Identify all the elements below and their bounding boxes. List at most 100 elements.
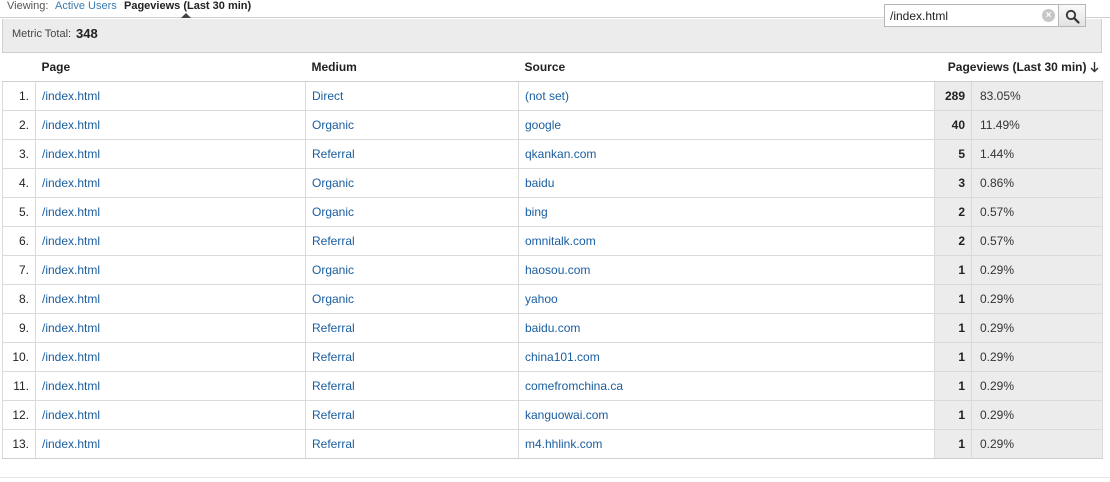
table-row: 5. /index.html Organic bing 2 0.57% <box>2 197 1104 227</box>
medium-link[interactable]: Referral <box>312 147 355 161</box>
table-row: 9. /index.html Referral baidu.com 1 0.29% <box>2 313 1104 343</box>
page-link[interactable]: /index.html <box>42 205 100 219</box>
metric-total-label: Metric Total: <box>12 28 72 40</box>
page-link[interactable]: /index.html <box>42 408 100 422</box>
row-index: 2. <box>2 110 36 140</box>
table-row: 13. /index.html Referral m4.hhlink.com 1 0.29… <box>2 429 1104 459</box>
page-link[interactable]: /index.html <box>42 176 100 190</box>
medium-link[interactable]: Referral <box>312 321 355 335</box>
source-link[interactable]: comefromchina.ca <box>525 379 623 393</box>
medium-link[interactable]: Referral <box>312 408 355 422</box>
column-header-page[interactable]: Page <box>35 53 306 82</box>
search-button[interactable] <box>1058 4 1086 27</box>
column-header-medium[interactable]: Medium <box>305 53 519 82</box>
pageviews-value: 1 <box>934 284 972 314</box>
page-link[interactable]: /index.html <box>42 263 100 277</box>
pageviews-percent: 0.29% <box>971 400 1104 430</box>
source-link[interactable]: baidu.com <box>525 321 580 335</box>
pageviews-value: 1 <box>934 371 972 401</box>
medium-link[interactable]: Organic <box>312 176 354 190</box>
pageviews-percent: 0.29% <box>971 342 1104 372</box>
row-index: 13. <box>2 429 36 459</box>
source-link[interactable]: yahoo <box>525 292 558 306</box>
source-link[interactable]: m4.hhlink.com <box>525 437 602 451</box>
source-link[interactable]: haosou.com <box>525 263 590 277</box>
source-link[interactable]: china101.com <box>525 350 600 364</box>
pageviews-value: 2 <box>934 226 972 256</box>
medium-link[interactable]: Organic <box>312 292 354 306</box>
row-index: 11. <box>2 371 36 401</box>
pageviews-value: 1 <box>934 429 972 459</box>
pageviews-value: 2 <box>934 197 972 227</box>
medium-link[interactable]: Direct <box>312 89 343 103</box>
viewing-option-active-users[interactable]: Active Users <box>55 0 117 12</box>
column-index-header <box>2 53 36 82</box>
selected-caret-icon <box>181 13 191 18</box>
pageviews-percent: 0.29% <box>971 429 1104 459</box>
table-row: 11. /index.html Referral comefromchina.ca 1 0… <box>2 371 1104 401</box>
medium-link[interactable]: Organic <box>312 118 354 132</box>
page-link[interactable]: /index.html <box>42 437 100 451</box>
pageviews-value: 1 <box>934 400 972 430</box>
realtime-table: Page Medium Source Pageviews (Last 30 mi… <box>2 53 1104 459</box>
column-header-pageviews[interactable]: Pageviews (Last 30 min) <box>934 53 1103 82</box>
row-index: 8. <box>2 284 36 314</box>
pageviews-percent: 0.57% <box>971 226 1104 256</box>
pageviews-header-label: Pageviews (Last 30 min) <box>947 59 1087 74</box>
page-link[interactable]: /index.html <box>42 379 100 393</box>
row-index: 12. <box>2 400 36 430</box>
search-input[interactable] <box>885 5 1035 26</box>
row-index: 5. <box>2 197 36 227</box>
row-index: 3. <box>2 139 36 169</box>
table-row: 8. /index.html Organic yahoo 1 0.29% <box>2 284 1104 314</box>
source-link[interactable]: bing <box>525 205 548 219</box>
pageviews-percent: 0.86% <box>971 168 1104 198</box>
page-link[interactable]: /index.html <box>42 292 100 306</box>
pageviews-value: 1 <box>934 342 972 372</box>
pageviews-percent: 0.29% <box>971 255 1104 285</box>
source-link[interactable]: google <box>525 118 561 132</box>
pageviews-percent: 83.05% <box>971 81 1104 111</box>
table-row: 4. /index.html Organic baidu 3 0.86% <box>2 168 1104 198</box>
table-row: 3. /index.html Referral qkankan.com 5 1.44% <box>2 139 1104 169</box>
pageviews-value: 40 <box>934 110 972 140</box>
metric-total-value: 348 <box>76 26 98 41</box>
pageviews-value: 1 <box>934 313 972 343</box>
page-link[interactable]: /index.html <box>42 118 100 132</box>
table-row: 7. /index.html Organic haosou.com 1 0.29% <box>2 255 1104 285</box>
medium-link[interactable]: Referral <box>312 234 355 248</box>
pageviews-value: 289 <box>934 81 972 111</box>
source-link[interactable]: omnitalk.com <box>525 234 596 248</box>
table-row: 6. /index.html Referral omnitalk.com 2 0.57% <box>2 226 1104 256</box>
viewing-option-pageviews[interactable]: Pageviews (Last 30 min) <box>124 0 251 12</box>
column-header-source[interactable]: Source <box>518 53 935 82</box>
pageviews-percent: 0.29% <box>971 313 1104 343</box>
page-link[interactable]: /index.html <box>42 89 100 103</box>
table-row: 10. /index.html Referral china101.com 1 0.29% <box>2 342 1104 372</box>
search-icon <box>1065 9 1080 24</box>
clear-icon[interactable]: × <box>1042 9 1055 22</box>
source-link[interactable]: (not set) <box>525 89 569 103</box>
source-link[interactable]: kanguowai.com <box>525 408 608 422</box>
medium-link[interactable]: Organic <box>312 205 354 219</box>
pageviews-percent: 1.44% <box>971 139 1104 169</box>
page-link[interactable]: /index.html <box>42 234 100 248</box>
table-header-row: Page Medium Source Pageviews (Last 30 mi… <box>2 53 1103 82</box>
pageviews-percent: 0.29% <box>971 371 1104 401</box>
medium-link[interactable]: Referral <box>312 350 355 364</box>
pageviews-value: 5 <box>934 139 972 169</box>
row-index: 6. <box>2 226 36 256</box>
arrow-down-icon <box>1090 62 1099 73</box>
bottom-divider <box>0 477 1110 478</box>
medium-link[interactable]: Organic <box>312 263 354 277</box>
source-link[interactable]: baidu <box>525 176 554 190</box>
page-link[interactable]: /index.html <box>42 350 100 364</box>
medium-link[interactable]: Referral <box>312 379 355 393</box>
source-link[interactable]: qkankan.com <box>525 147 596 161</box>
row-index: 9. <box>2 313 36 343</box>
pageviews-value: 1 <box>934 255 972 285</box>
medium-link[interactable]: Referral <box>312 437 355 451</box>
page-link[interactable]: /index.html <box>42 147 100 161</box>
page-link[interactable]: /index.html <box>42 321 100 335</box>
table-row: 1. /index.html Direct (not set) 289 83.05% <box>2 81 1104 111</box>
